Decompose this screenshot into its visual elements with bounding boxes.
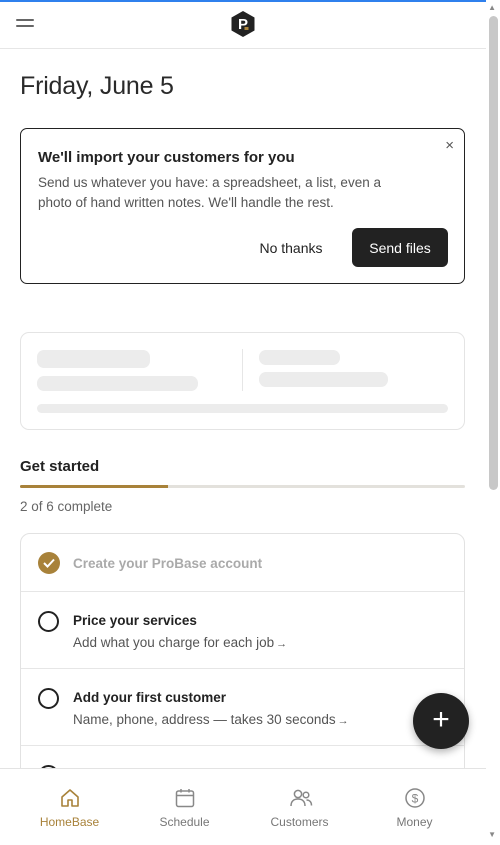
send-files-button[interactable]: Send files bbox=[352, 228, 448, 267]
task-title: Price your services bbox=[73, 613, 197, 628]
users-icon bbox=[290, 789, 313, 807]
scroll-up-arrow[interactable]: ▲ bbox=[488, 3, 496, 12]
import-card-description: Send us whatever you have: a spreadsheet… bbox=[38, 175, 381, 210]
nav-label: Money bbox=[396, 815, 433, 829]
add-fab-button[interactable]: + bbox=[413, 693, 469, 749]
nav-label: Schedule bbox=[159, 815, 210, 829]
check-complete-icon bbox=[38, 552, 60, 574]
loading-skeleton-card bbox=[20, 332, 465, 430]
skeleton-bar bbox=[37, 350, 150, 368]
scrollbar-thumb[interactable] bbox=[489, 16, 498, 490]
skeleton-bar bbox=[259, 372, 388, 387]
svg-text:$: $ bbox=[412, 792, 419, 806]
task-title: Add your first customer bbox=[73, 690, 227, 705]
import-customers-card: × We'll import your customers for you Se… bbox=[20, 128, 465, 284]
nav-customers[interactable]: Customers bbox=[242, 769, 357, 845]
scroll-down-arrow[interactable]: ▼ bbox=[488, 830, 496, 839]
task-add-customer[interactable]: Add your first customer Name, phone, add… bbox=[21, 669, 464, 746]
get-started-progress-bar bbox=[20, 485, 465, 488]
arrow-right-icon: → bbox=[276, 638, 288, 650]
nav-money[interactable]: $ Money bbox=[357, 769, 472, 845]
nav-label: Customers bbox=[270, 815, 329, 829]
progress-count: 2 of 6 complete bbox=[20, 499, 113, 514]
task-subtitle[interactable]: Add what you charge for each job → bbox=[73, 635, 287, 650]
calendar-icon bbox=[175, 789, 195, 808]
skeleton-divider bbox=[242, 349, 243, 391]
page-title: Friday, June 5 bbox=[20, 72, 174, 100]
app-header: P bbox=[0, 2, 486, 49]
check-empty-icon[interactable] bbox=[38, 688, 59, 709]
check-empty-icon[interactable] bbox=[38, 611, 59, 632]
task-price-services[interactable]: Price your services Add what you charge … bbox=[21, 592, 464, 669]
skeleton-bar bbox=[259, 350, 340, 365]
task-title: Create your ProBase account bbox=[73, 556, 263, 571]
nav-homebase[interactable]: HomeBase bbox=[12, 769, 127, 845]
onboarding-task-list: Create your ProBase account Price your s… bbox=[20, 533, 465, 793]
no-thanks-button[interactable]: No thanks bbox=[247, 229, 335, 267]
probase-logo-icon[interactable]: P bbox=[229, 10, 257, 38]
skeleton-bar bbox=[37, 404, 448, 413]
task-subtitle[interactable]: Name, phone, address — takes 30 seconds → bbox=[73, 712, 349, 727]
bottom-navigation: HomeBase Schedule Customers $ Money bbox=[0, 768, 486, 845]
get-started-heading: Get started bbox=[20, 458, 100, 475]
task-create-account[interactable]: Create your ProBase account bbox=[21, 534, 464, 592]
hamburger-menu-icon[interactable] bbox=[16, 17, 36, 31]
plus-icon: + bbox=[432, 703, 450, 736]
progress-fill bbox=[20, 485, 169, 488]
import-card-title: We'll import your customers for you bbox=[38, 149, 295, 166]
home-icon bbox=[61, 789, 79, 807]
arrow-right-icon: → bbox=[337, 715, 349, 727]
close-icon[interactable]: × bbox=[445, 137, 454, 154]
logo-letter: P bbox=[238, 16, 248, 33]
skeleton-bar bbox=[37, 376, 198, 391]
nav-label: HomeBase bbox=[39, 815, 100, 829]
nav-schedule[interactable]: Schedule bbox=[127, 769, 242, 845]
dollar-icon: $ bbox=[405, 788, 425, 808]
